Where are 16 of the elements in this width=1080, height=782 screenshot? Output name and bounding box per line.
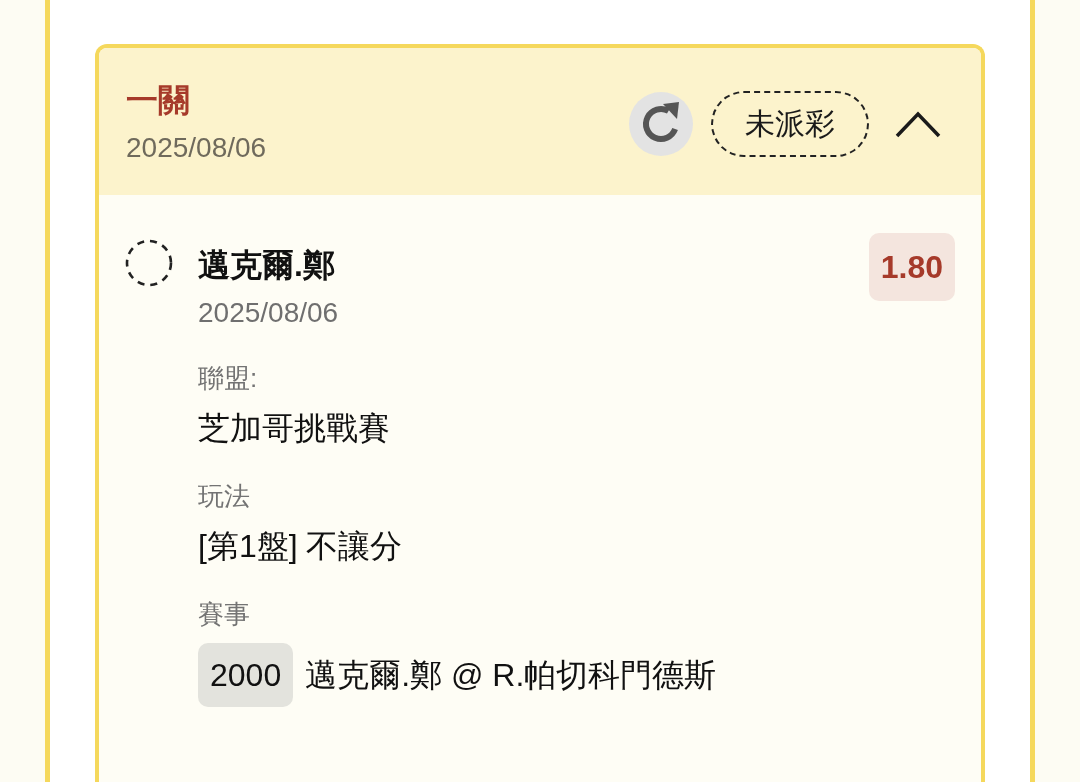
field-value: 芝加哥挑戰賽 [198, 409, 390, 448]
selection-name: 邁克爾.鄭 [198, 246, 336, 285]
odds-badge: 1.80 [868, 233, 955, 301]
field-label: 賽事 [198, 598, 251, 631]
bet-date: 2025/08/06 [126, 131, 267, 165]
match-code-badge: 2000 [198, 643, 294, 707]
refresh-icon[interactable] [629, 92, 693, 156]
field-label: 玩法 [198, 480, 251, 513]
chevron-up-icon[interactable] [895, 110, 941, 138]
bet-type: 一關 [126, 81, 191, 120]
field-value: 邁克爾.鄭 @ R.帕切科門德斯 [305, 656, 717, 695]
field-label: 聯盟: [198, 362, 259, 395]
status-pill: 未派彩 [711, 91, 869, 157]
dashed-circle-icon [125, 239, 173, 287]
field-value: [第1盤] 不讓分 [198, 527, 403, 566]
selection-date: 2025/08/06 [198, 296, 339, 330]
